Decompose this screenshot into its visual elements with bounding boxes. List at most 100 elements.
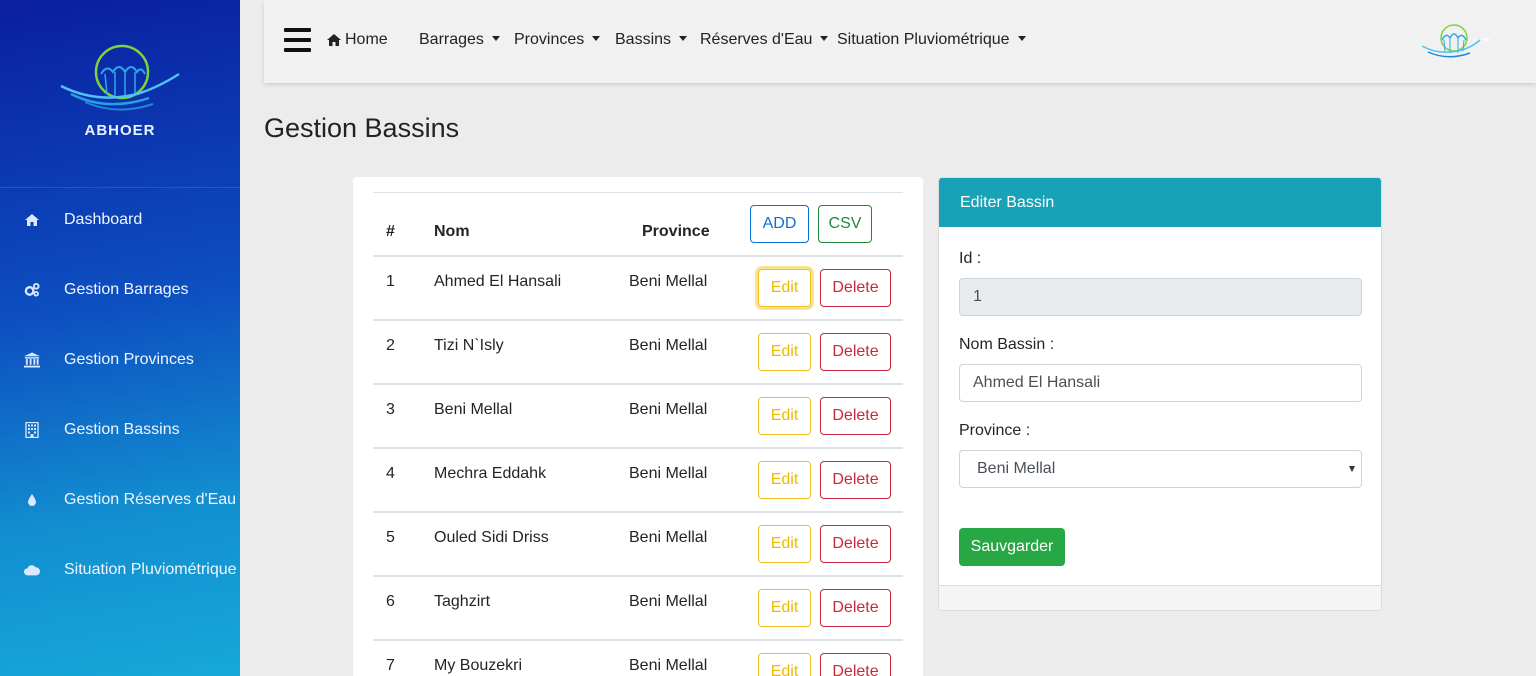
top-navbar: Home Barrages Provinces Bassins Réserves…	[264, 0, 1536, 83]
nav-home-link[interactable]: Home	[326, 31, 388, 49]
sidebar-item-situation-pluviometrique[interactable]: Situation Pluviométrique	[0, 550, 240, 590]
gears-icon	[24, 282, 40, 298]
delete-button[interactable]: Delete	[820, 525, 891, 563]
edit-button[interactable]: Edit	[758, 525, 811, 563]
cell-province: Beni Mellal	[629, 465, 708, 482]
province-label: Province :	[959, 422, 1031, 439]
row-divider	[373, 319, 903, 321]
delete-button[interactable]: Delete	[820, 397, 891, 435]
cell-nom: Mechra Eddahk	[434, 465, 547, 482]
cell-num: 4	[386, 465, 395, 482]
abhoer-logo-icon	[1421, 24, 1481, 58]
abhoer-logo-icon	[60, 44, 180, 111]
water-drop-icon	[24, 492, 40, 508]
sidebar-item-gestion-bassins[interactable]: Gestion Bassins	[0, 410, 240, 450]
nav-menu-situation[interactable]: Situation Pluviométrique	[837, 31, 1026, 49]
sidebar-item-gestion-barrages[interactable]: Gestion Barrages	[0, 270, 240, 310]
column-header-province: Province	[642, 223, 710, 240]
sidebar-item-label: Gestion Réserves d'Eau	[64, 491, 237, 508]
sidebar-item-label: Situation Pluviométrique	[64, 561, 237, 578]
cell-num: 7	[386, 657, 395, 674]
page-title: Gestion Bassins	[264, 113, 460, 143]
cell-num: 2	[386, 337, 395, 354]
edit-button[interactable]: Edit	[758, 269, 811, 307]
home-icon	[24, 212, 40, 228]
cell-province: Beni Mellal	[629, 593, 708, 610]
delete-button[interactable]: Delete	[820, 653, 891, 676]
edit-button[interactable]: Edit	[758, 653, 811, 676]
sidebar-item-label: Gestion Barrages	[64, 281, 189, 298]
cell-province: Beni Mellal	[629, 401, 708, 418]
chevron-down-icon	[679, 36, 688, 41]
cell-num: 5	[386, 529, 395, 546]
id-field[interactable]: 1	[959, 278, 1362, 316]
home-icon	[327, 34, 341, 46]
delete-button[interactable]: Delete	[820, 589, 891, 627]
delete-button[interactable]: Delete	[820, 461, 891, 499]
select-arrow-icon	[1349, 466, 1355, 472]
user-logo-dropdown[interactable]	[1420, 22, 1490, 62]
cell-province: Beni Mellal	[629, 337, 708, 354]
building-icon	[24, 422, 40, 438]
chevron-down-icon	[491, 36, 500, 41]
sidebar-item-label: Gestion Provinces	[64, 351, 194, 368]
nav-menu-label: Barrages	[419, 31, 484, 48]
province-select-value: Beni Mellal	[977, 460, 1056, 477]
column-header-nom: Nom	[434, 223, 470, 240]
cell-nom: Ouled Sidi Driss	[434, 529, 549, 546]
chevron-down-icon	[592, 36, 601, 41]
nav-menu-barrages[interactable]: Barrages	[419, 31, 500, 49]
add-button[interactable]: ADD	[750, 205, 809, 243]
cloud-icon	[24, 562, 40, 578]
hamburger-menu-icon[interactable]	[284, 28, 311, 52]
sidebar-item-dashboard[interactable]: Dashboard	[0, 200, 240, 240]
edit-bassin-card: Editer Bassin Id : 1 Nom Bassin : Ahmed …	[938, 177, 1382, 611]
row-divider	[373, 639, 903, 641]
cell-nom: Beni Mellal	[434, 401, 513, 418]
sidebar-item-gestion-provinces[interactable]: Gestion Provinces	[0, 340, 240, 380]
delete-button[interactable]: Delete	[820, 269, 891, 307]
edit-button[interactable]: Edit	[758, 461, 811, 499]
row-divider	[373, 383, 903, 385]
save-button[interactable]: Sauvgarder	[959, 528, 1065, 566]
cell-nom: My Bouzekri	[434, 657, 523, 674]
nom-bassin-field[interactable]: Ahmed El Hansali	[959, 364, 1362, 402]
row-divider	[373, 447, 903, 449]
institution-icon	[24, 352, 40, 368]
nav-menu-label: Bassins	[615, 31, 672, 48]
csv-export-button[interactable]: CSV	[818, 205, 872, 243]
province-select[interactable]: Beni Mellal	[959, 450, 1362, 488]
cell-num: 6	[386, 593, 395, 610]
cell-province: Beni Mellal	[629, 529, 708, 546]
row-divider	[373, 575, 903, 577]
nav-menu-bassins[interactable]: Bassins	[615, 31, 688, 49]
chevron-down-icon	[1482, 38, 1490, 42]
cell-nom: Tizi N`Isly	[434, 337, 504, 354]
nav-menu-label: Situation Pluviométrique	[837, 31, 1010, 48]
nav-home-label: Home	[345, 31, 388, 48]
edit-button[interactable]: Edit	[758, 397, 811, 435]
edit-button[interactable]: Edit	[758, 589, 811, 627]
row-divider	[373, 511, 903, 513]
brand: ABHOER	[0, 0, 240, 188]
nav-menu-provinces[interactable]: Provinces	[514, 31, 601, 49]
card-footer	[939, 585, 1381, 610]
chevron-down-icon	[820, 36, 829, 41]
brand-name: ABHOER	[84, 122, 156, 139]
sidebar-item-label: Gestion Bassins	[64, 421, 180, 438]
row-divider	[373, 255, 903, 257]
edit-button[interactable]: Edit	[758, 333, 811, 371]
nav-menu-label: Réserves d'Eau	[700, 31, 813, 48]
card-header: Editer Bassin	[939, 178, 1381, 227]
nom-bassin-label: Nom Bassin :	[959, 336, 1055, 353]
nav-menu-reserves[interactable]: Réserves d'Eau	[700, 31, 829, 49]
sidebar-item-label: Dashboard	[64, 211, 143, 228]
sidebar-item-gestion-reserves[interactable]: Gestion Réserves d'Eau	[0, 480, 240, 520]
column-header-num: #	[386, 223, 395, 240]
cell-nom: Ahmed El Hansali	[434, 273, 562, 290]
sidebar: ABHOER Dashboard Gestion Barrages Gestio…	[0, 0, 240, 676]
cell-nom: Taghzirt	[434, 593, 491, 610]
delete-button[interactable]: Delete	[820, 333, 891, 371]
cell-province: Beni Mellal	[629, 657, 708, 674]
chevron-down-icon	[1017, 36, 1026, 41]
